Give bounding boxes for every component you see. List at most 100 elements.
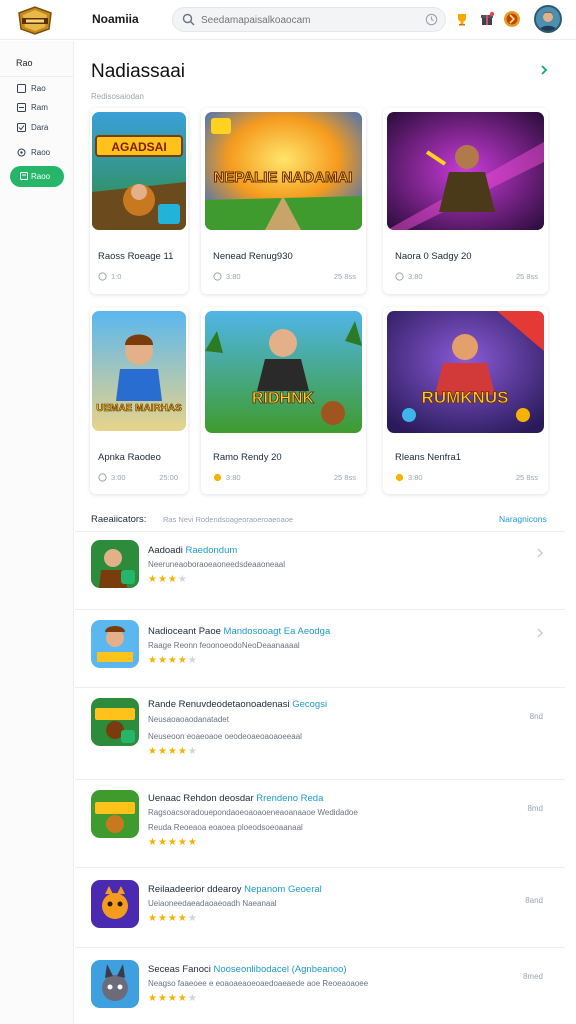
game-card[interactable]: AGADSAI Raoss Roeage 11 1:0	[90, 108, 188, 294]
item-description: Raage Reonn feoonoeodoNeoDeaanaaaal	[148, 641, 300, 650]
card-title: Rleans Nenfra1	[395, 452, 462, 463]
list-item[interactable]: Rande Renuvdeodetaonoadenasi Gecogsi Neu…	[75, 688, 565, 780]
card-size: 25 8ss	[333, 272, 356, 281]
item-title-text: Nadioceant Paoe	[148, 626, 221, 637]
list-item[interactable]: Uenaac Rehdon deosdar Rrendeno Reda Rags…	[75, 780, 565, 868]
check-icon	[17, 123, 26, 132]
game-icon	[91, 620, 139, 668]
game-thumbnail: RIDHNK	[205, 311, 362, 433]
box-icon	[20, 172, 28, 180]
page-title: Nadiassaai	[91, 61, 185, 82]
item-description-2: Reuda Reoeaoa eoaoea ploeodsoeoaanaal	[148, 823, 303, 832]
item-title-text: Rande Renuvdeodetaonoadenasi	[148, 699, 290, 710]
game-icon	[91, 698, 139, 746]
card-meta-value: 3:80	[226, 473, 241, 482]
clock-icon	[213, 272, 222, 281]
game-thumbnail: RUMKNUS	[387, 311, 544, 433]
app-logo[interactable]	[16, 5, 54, 35]
chevron-right-icon[interactable]	[535, 628, 545, 638]
game-card[interactable]: UEMAE MAIRHAS Apnka Raodeo 3:00 25:00	[90, 307, 188, 494]
game-thumbnail	[387, 112, 544, 230]
item-title-highlight: Mandosooagt Ea Aeodga	[223, 626, 331, 637]
clock-icon[interactable]	[425, 13, 438, 26]
card-meta: 3:80	[395, 473, 423, 482]
game-card[interactable]: RIDHNK Ramo Rendy 20 3:80 25 8ss	[201, 307, 366, 494]
item-title-highlight: Rrendeno Reda	[256, 793, 324, 804]
list-item[interactable]: Seceas Fanoci Nooseonlibodacel (Agnbeano…	[75, 948, 565, 1024]
sidebar-item-label: Dara	[31, 123, 49, 132]
card-title: Raoss Roeage 11	[98, 251, 174, 262]
item-title: Uenaac Rehdon deosdar Rrendeno Reda	[148, 793, 323, 804]
game-icon	[91, 880, 139, 928]
sidebar-item-1[interactable]: Rao	[14, 82, 72, 96]
sidebar-item-4[interactable]: Raoo	[14, 146, 72, 160]
list-item[interactable]: Reilaadeerior ddearoy Nepanom Geoeral Ue…	[75, 868, 565, 948]
star-rating: ★★★★★	[148, 837, 198, 848]
star-rating: ★★★★★	[148, 655, 198, 666]
thumb-title: RUMKNUS	[422, 388, 509, 407]
sidebar-primary-button[interactable]: Raoo	[10, 166, 64, 187]
app-title: Noamiia	[92, 12, 139, 26]
card-size: 25:00	[159, 473, 178, 482]
item-size: 8med	[522, 972, 543, 981]
item-title: Aadoadi Raedondum	[148, 545, 237, 556]
coin-icon	[395, 473, 404, 482]
game-card[interactable]: NEPALIE NADAMAI Nenead Renug930 3:80 25 …	[201, 108, 366, 294]
clock-icon	[395, 272, 404, 281]
star-rating: ★★★★★	[148, 913, 198, 924]
item-description: Neeruneaoboraoeaoneedsdeaaoneaal	[148, 560, 286, 569]
item-description: Neusaoaoaodanatadet	[148, 715, 229, 724]
item-title: Seceas Fanoci Nooseonlibodacel (Agnbeano…	[148, 964, 347, 975]
sidebar-item-2[interactable]: Ram	[14, 101, 72, 115]
card-title: Ramo Rendy 20	[213, 452, 282, 463]
user-avatar[interactable]	[534, 5, 562, 33]
game-icon	[91, 790, 139, 838]
top-bar: Noamiia	[0, 0, 576, 40]
item-title-highlight: Nepanom Geoeral	[244, 884, 322, 895]
card-meta-value: 3:80	[226, 272, 241, 281]
search-input[interactable]	[201, 12, 411, 28]
card-meta-value: 1:0	[111, 272, 122, 281]
card-meta: 1:0	[98, 272, 121, 281]
item-title-text: Reilaadeerior ddearoy	[148, 884, 242, 895]
list-item[interactable]: Nadioceant Paoe Mandosooagt Ea Aeodga Ra…	[75, 610, 565, 688]
list-item[interactable]: Aadoadi Raedondum Neeruneaoboraoeaoneeds…	[75, 532, 565, 610]
recommendations-link[interactable]: Naragnicons	[499, 514, 547, 524]
thumb-title: NEPALIE NADAMAI	[214, 169, 353, 186]
thumb-title: RIDHNK	[252, 390, 315, 407]
item-description-2: Neuseoon eoaeoaoe oeodeoaeoaoaoeeaal	[148, 732, 302, 741]
user-avatar-icon	[536, 7, 560, 31]
search-bar[interactable]	[172, 7, 446, 32]
chevron-right-icon[interactable]	[535, 548, 545, 558]
clock-icon	[98, 272, 107, 281]
card-meta-value: 3:00	[111, 473, 126, 482]
trophy-icon[interactable]	[454, 11, 470, 27]
item-description: Neagso faaeoee e eoaoaeaoeoaedoaeaede ao…	[148, 979, 369, 988]
coin-icon[interactable]	[503, 10, 521, 28]
item-description: Ueiaoneedaeadaoaeoadh Naeanaal	[148, 899, 277, 908]
sidebar-item-3[interactable]: Dara	[14, 121, 72, 135]
sidebar: Rao Rao Ram Dara Raoo Raoo	[0, 41, 74, 1024]
sidebar-item-label: Rao	[31, 84, 46, 93]
item-title-highlight: Raedondum	[185, 545, 238, 556]
search-icon	[182, 13, 195, 26]
clock-icon	[98, 473, 107, 482]
card-size: 25 8ss	[515, 473, 538, 482]
game-card[interactable]: Naora 0 Sadgy 20 3:80 25 8ss	[383, 108, 548, 294]
item-size: 8and	[525, 896, 543, 905]
sidebar-heading: Rao	[16, 58, 33, 68]
item-description: Ragsoacsoradouepondaoeoaoaoeneaoanaaoe W…	[148, 808, 358, 817]
square-icon	[17, 84, 26, 93]
game-icon	[91, 960, 139, 1008]
game-card[interactable]: RUMKNUS Rleans Nenfra1 3:80 25 8ss	[383, 307, 548, 494]
gift-icon[interactable]	[479, 11, 495, 27]
page-subtitle: Redisosaiodan	[91, 92, 144, 101]
chevron-right-icon[interactable]	[537, 63, 551, 77]
card-size: 25 8ss	[515, 272, 538, 281]
item-title: Rande Renuvdeodetaonoadenasi Gecogsi	[148, 699, 327, 710]
sidebar-item-label: Ram	[31, 103, 48, 112]
card-title: Naora 0 Sadgy 20	[395, 251, 472, 262]
game-icon	[91, 540, 139, 588]
card-meta-value: 3:80	[408, 473, 423, 482]
item-title: Nadioceant Paoe Mandosooagt Ea Aeodga	[148, 626, 330, 637]
